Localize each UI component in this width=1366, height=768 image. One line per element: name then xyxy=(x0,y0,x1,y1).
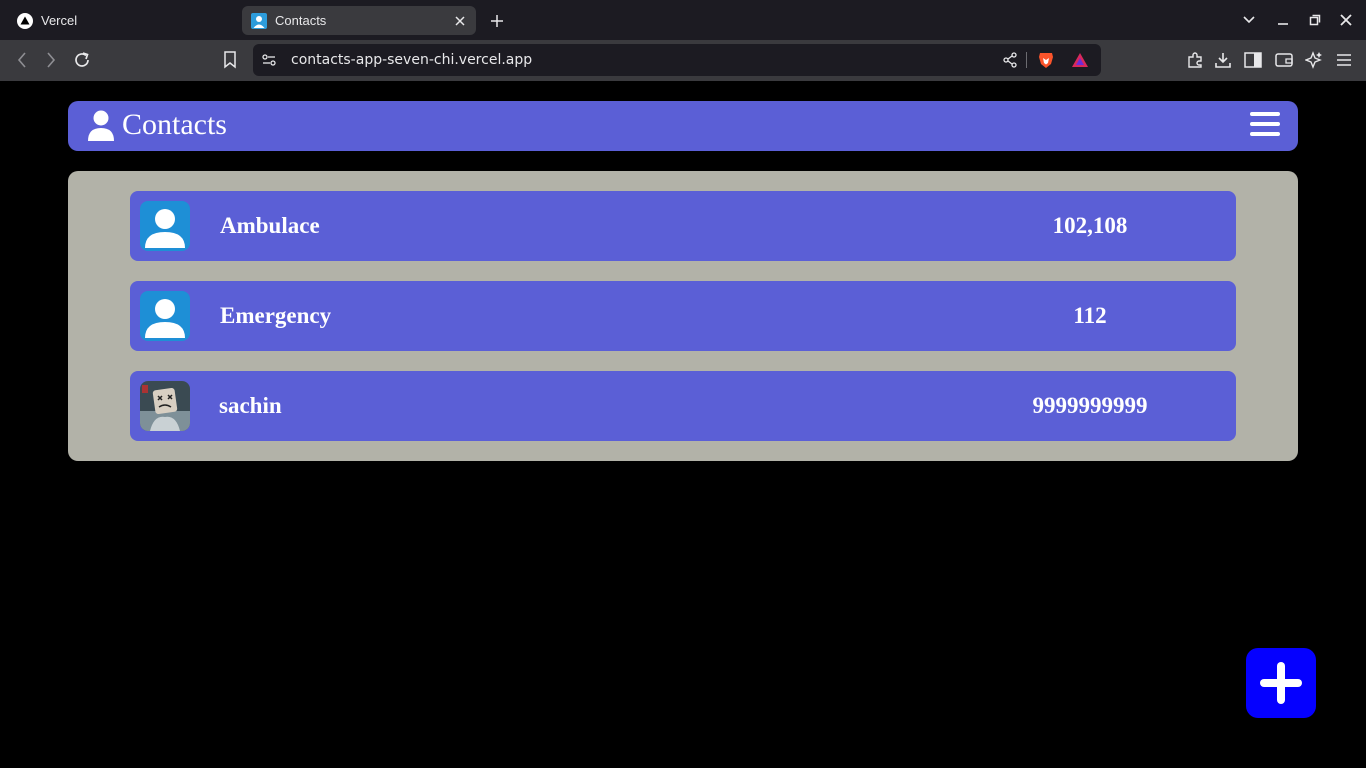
contact-phone: 112 xyxy=(1073,303,1107,328)
reload-icon[interactable] xyxy=(71,49,93,71)
sidebar-icon[interactable] xyxy=(1242,49,1264,71)
main-menu-icon[interactable] xyxy=(1333,49,1355,71)
brave-rewards-icon[interactable] xyxy=(1070,50,1090,70)
forward-icon[interactable] xyxy=(40,49,62,71)
app-header: Contacts xyxy=(68,101,1298,151)
default-person-icon xyxy=(140,291,190,341)
photo-avatar xyxy=(140,381,190,431)
leo-ai-icon[interactable] xyxy=(1303,49,1325,71)
extensions-icon[interactable] xyxy=(1184,49,1206,71)
browser-tab-bar: Vercel Contacts xyxy=(0,0,1366,40)
person-icon xyxy=(88,110,114,141)
contact-icon xyxy=(251,12,267,29)
contact-row[interactable]: Ambulace 102,108 xyxy=(130,191,1236,261)
contact-name: Ambulace xyxy=(220,213,320,238)
browser-toolbar: contacts-app-seven-chi.vercel.app xyxy=(0,40,1366,81)
brave-shields-icon[interactable] xyxy=(1036,50,1056,70)
vercel-logo-icon xyxy=(17,12,33,29)
tab-list-chevron-icon[interactable] xyxy=(1239,10,1259,30)
tab-title: Contacts xyxy=(275,13,327,28)
tab-vercel[interactable]: Vercel xyxy=(8,6,236,35)
default-person-icon xyxy=(140,201,190,251)
close-window-icon[interactable] xyxy=(1336,10,1356,30)
address-bar[interactable]: contacts-app-seven-chi.vercel.app xyxy=(253,44,1101,76)
restore-icon[interactable] xyxy=(1305,10,1325,30)
divider xyxy=(1026,52,1027,68)
add-contact-button[interactable] xyxy=(1246,648,1316,718)
wallet-icon[interactable] xyxy=(1273,49,1295,71)
back-icon[interactable] xyxy=(11,49,33,71)
url-text: contacts-app-seven-chi.vercel.app xyxy=(291,52,533,68)
share-icon[interactable] xyxy=(1000,50,1020,70)
bookmark-icon[interactable] xyxy=(219,49,241,71)
contacts-list: Ambulace 102,108 Emergency 112 sachin 99… xyxy=(68,171,1298,461)
tab-contacts[interactable]: Contacts xyxy=(242,6,476,35)
tab-title: Vercel xyxy=(41,13,78,28)
close-tab-icon[interactable] xyxy=(450,11,470,31)
new-tab-icon[interactable] xyxy=(486,10,508,32)
downloads-icon[interactable] xyxy=(1212,49,1234,71)
site-settings-icon[interactable] xyxy=(259,50,279,70)
app-title: Contacts xyxy=(122,108,227,141)
hamburger-menu-icon[interactable] xyxy=(1250,112,1280,140)
minimize-icon[interactable] xyxy=(1273,10,1293,30)
contact-name: sachin xyxy=(219,393,282,418)
contact-row[interactable]: Emergency 112 xyxy=(130,281,1236,351)
page-content: Contacts Ambulace 102,108 Emergency 112 xyxy=(0,81,1366,768)
contact-phone: 9999999999 xyxy=(1032,393,1148,418)
contact-phone: 102,108 xyxy=(1052,213,1128,238)
contact-name: Emergency xyxy=(220,303,332,328)
contact-row[interactable]: sachin 9999999999 xyxy=(130,371,1236,441)
